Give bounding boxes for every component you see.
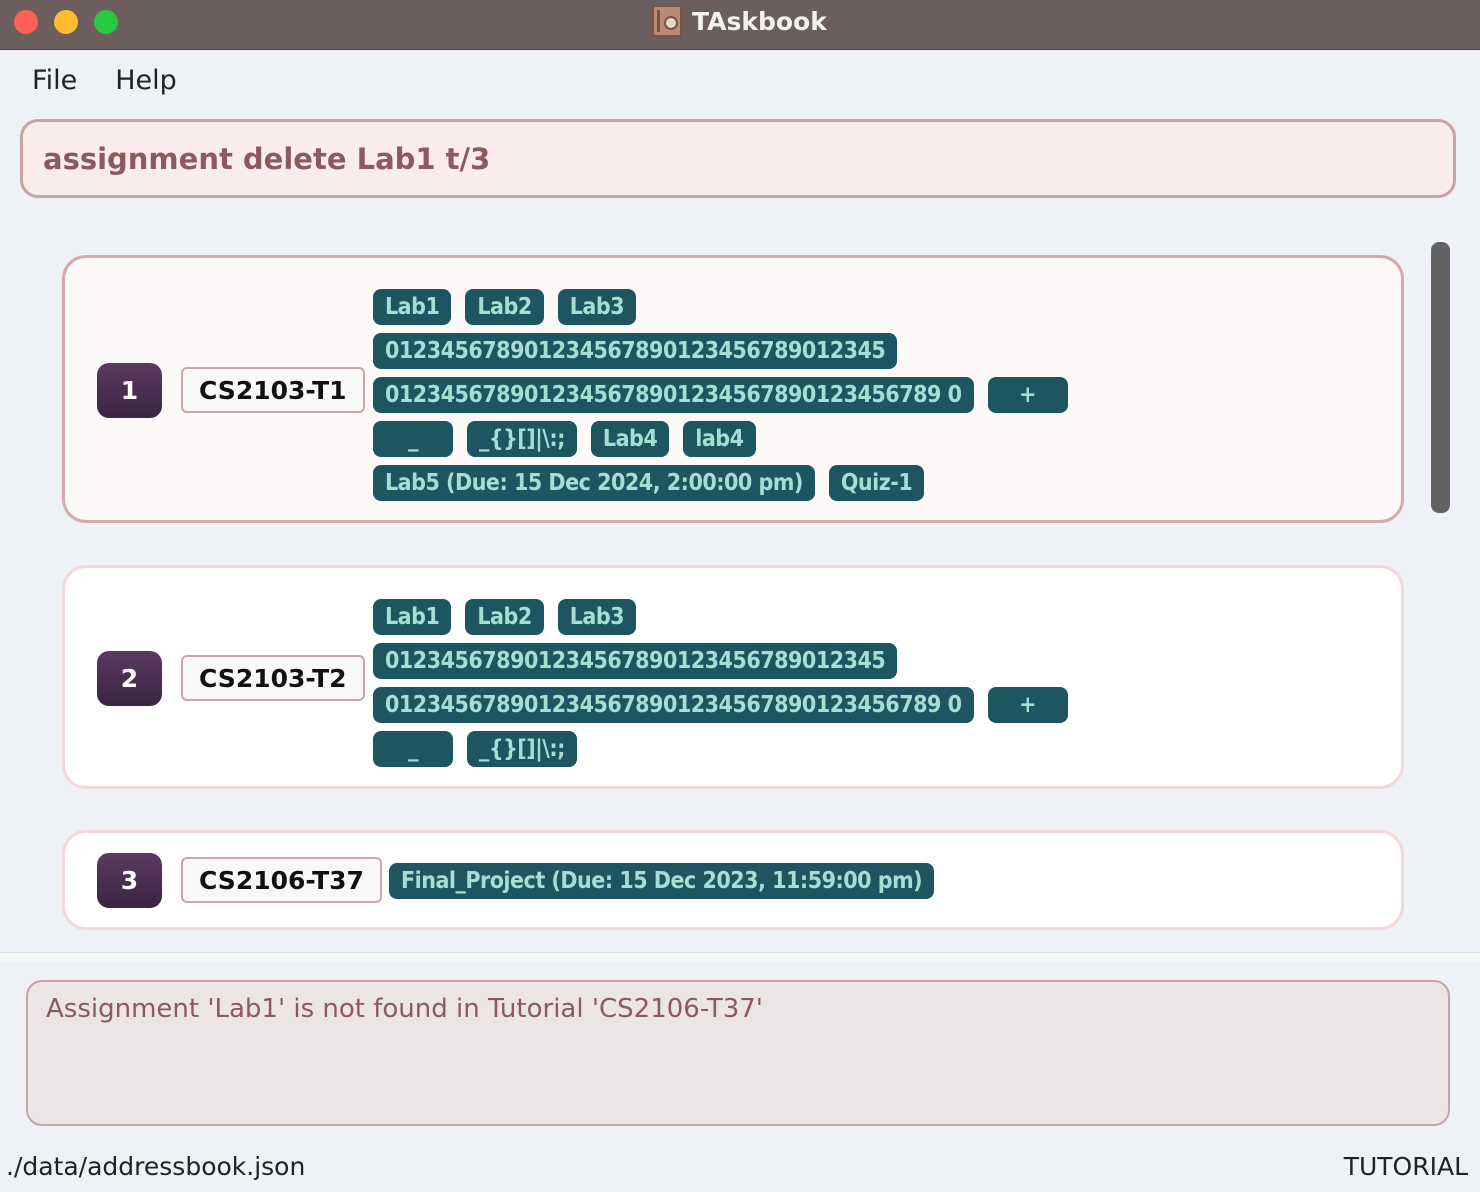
assignment-tag: Lab3 (557, 289, 637, 325)
tutorial-code: CS2106-T37 (181, 857, 382, 903)
assignment-tag: Lab2 (465, 599, 544, 635)
assignment-tag: + (987, 377, 1068, 413)
assignment-tag: 0123456789012345678901234567890123456789… (373, 377, 974, 413)
assignment-tag: 0123456789012345678901234567890123456789… (373, 687, 974, 723)
zoom-window-button[interactable] (94, 10, 118, 34)
assignment-tag: Lab3 (557, 599, 637, 635)
title-bar: TAskbook (0, 0, 1480, 50)
assignment-tag: 012345678901234567890123456789012345 (373, 643, 898, 679)
assignment-tag: lab4 (683, 421, 756, 457)
assignment-tag: Lab4 (590, 421, 670, 457)
menu-bar: File Help (0, 51, 1480, 109)
tutorial-index: 3 (97, 853, 162, 908)
assignment-tag: _ (373, 421, 453, 457)
tutorial-card[interactable]: 3 CS2106-T37 Final_Project (Due: 15 Dec … (62, 830, 1404, 930)
tutorial-list: 1 CS2103-T1 Lab1 Lab2 Lab3 0123456789012… (0, 210, 1480, 952)
assignment-tag: 012345678901234567890123456789012345 (373, 333, 898, 369)
menu-file[interactable]: File (32, 65, 77, 96)
status-mode: TUTORIAL (1343, 1152, 1468, 1181)
assignment-tag: Lab2 (465, 289, 544, 325)
tutorial-card[interactable]: 2 CS2103-T2 Lab1 Lab2 Lab3 0123456789012… (62, 565, 1404, 789)
addressbook-icon (652, 5, 682, 37)
command-input[interactable]: assignment delete Lab1 t/3 (20, 119, 1456, 198)
pane-divider[interactable] (0, 952, 1480, 962)
tutorial-index: 1 (97, 363, 162, 418)
assignment-tag: + (987, 687, 1068, 723)
assignment-tags: Lab1 Lab2 Lab3 0123456789012345678901234… (373, 599, 1273, 775)
assignment-tag: Lab1 (373, 289, 452, 325)
tutorial-code: CS2103-T2 (181, 655, 365, 701)
assignment-tag: Final_Project (Due: 15 Dec 2023, 11:59:0… (389, 863, 935, 899)
close-window-button[interactable] (14, 10, 38, 34)
assignment-tags: Final_Project (Due: 15 Dec 2023, 11:59:0… (389, 863, 1289, 907)
result-display: Assignment 'Lab1' is not found in Tutori… (26, 980, 1450, 1126)
minimize-window-button[interactable] (54, 10, 78, 34)
tutorial-card[interactable]: 1 CS2103-T1 Lab1 Lab2 Lab3 0123456789012… (62, 255, 1404, 523)
status-file-path: ./data/addressbook.json (6, 1152, 306, 1181)
window-title: TAskbook (692, 6, 827, 36)
assignment-tag: Lab5 (Due: 15 Dec 2024, 2:00:00 pm) (373, 465, 815, 501)
tutorial-code: CS2103-T1 (181, 367, 365, 413)
assignment-tag: _ (373, 731, 453, 767)
window-title-group: TAskbook (652, 5, 827, 37)
result-message: Assignment 'Lab1' is not found in Tutori… (46, 994, 763, 1024)
command-input-value: assignment delete Lab1 t/3 (43, 141, 491, 176)
assignment-tag: _{}[]|\:; (467, 731, 577, 767)
assignment-tag: Lab1 (373, 599, 452, 635)
tutorial-index: 2 (97, 651, 162, 706)
assignment-tag: Quiz-1 (828, 465, 925, 501)
menu-help[interactable]: Help (115, 65, 177, 96)
assignment-tags: Lab1 Lab2 Lab3 0123456789012345678901234… (373, 289, 1273, 509)
assignment-tag: _{}[]|\:; (467, 421, 577, 457)
list-scrollbar[interactable] (1431, 242, 1450, 513)
